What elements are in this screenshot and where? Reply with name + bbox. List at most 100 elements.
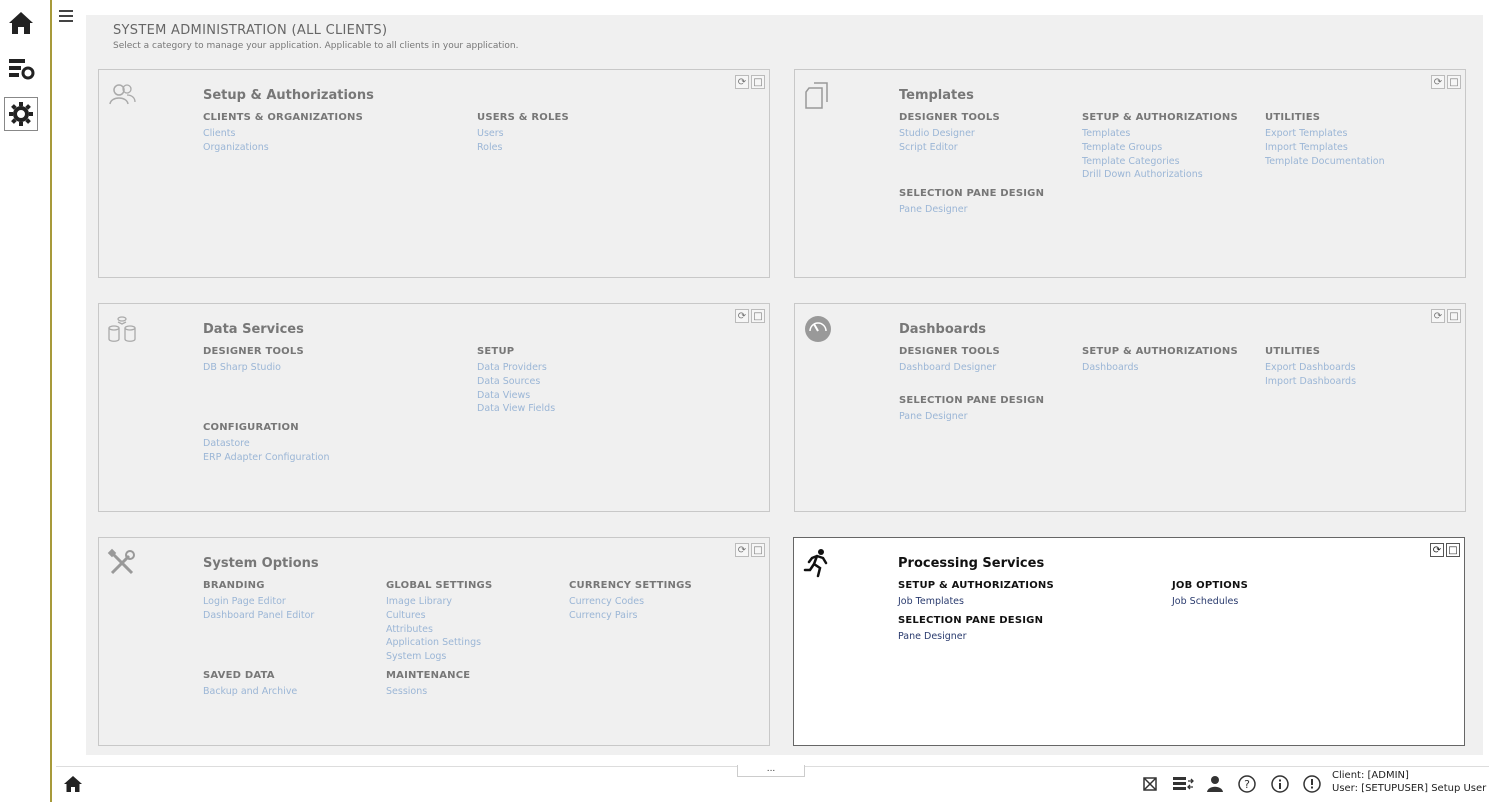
- link-currency-codes[interactable]: Currency Codes: [569, 595, 692, 609]
- card-system-options[interactable]: ⟳ □ System Options BRANDING Login Page Ed…: [98, 537, 770, 746]
- refresh-icon[interactable]: ⟳: [1430, 543, 1444, 557]
- maximize-icon[interactable]: □: [751, 75, 765, 89]
- link-sessions[interactable]: Sessions: [386, 685, 470, 699]
- link-dashboard-designer[interactable]: Dashboard Designer: [899, 361, 1000, 375]
- section-heading: MAINTENANCE: [386, 670, 471, 681]
- refresh-icon[interactable]: ⟳: [1431, 309, 1445, 323]
- section-heading: UTILITIES: [1265, 346, 1321, 357]
- menu-toggle-icon[interactable]: [59, 8, 73, 24]
- refresh-icon[interactable]: ⟳: [735, 309, 749, 323]
- home-icon[interactable]: [4, 6, 38, 40]
- section-heading: UTILITIES: [1265, 112, 1321, 123]
- link-data-views[interactable]: Data Views: [477, 389, 555, 403]
- section-utilities: UTILITIES Export Templates Import Templa…: [1265, 112, 1385, 168]
- section-designer-tools: DESIGNER TOOLS Dashboard Designer: [899, 346, 1000, 375]
- link-organizations[interactable]: Organizations: [203, 141, 363, 155]
- link-application-settings[interactable]: Application Settings: [386, 636, 492, 650]
- link-dashboard-panel-editor[interactable]: Dashboard Panel Editor: [203, 609, 314, 623]
- link-data-providers[interactable]: Data Providers: [477, 361, 555, 375]
- task-list-icon[interactable]: [1172, 775, 1194, 793]
- client-label: Client: [ADMIN]: [1332, 770, 1409, 781]
- section-heading: JOB OPTIONS: [1172, 580, 1248, 591]
- link-templates[interactable]: Templates: [1082, 127, 1238, 141]
- link-currency-pairs[interactable]: Currency Pairs: [569, 609, 692, 623]
- link-import-templates[interactable]: Import Templates: [1265, 141, 1385, 155]
- maximize-icon[interactable]: □: [1447, 309, 1461, 323]
- settings-gear-icon[interactable]: [4, 97, 38, 131]
- link-job-templates[interactable]: Job Templates: [898, 595, 1054, 609]
- link-clients[interactable]: Clients: [203, 127, 363, 141]
- card-title: Setup & Authorizations: [203, 88, 374, 103]
- section-designer-tools: DESIGNER TOOLS Studio Designer Script Ed…: [899, 112, 1000, 155]
- refresh-icon[interactable]: ⟳: [735, 75, 749, 89]
- card-title: Templates: [899, 88, 974, 103]
- link-export-templates[interactable]: Export Templates: [1265, 127, 1385, 141]
- section-saved-data: SAVED DATA Backup and Archive: [203, 670, 297, 699]
- section-heading: GLOBAL SETTINGS: [386, 580, 493, 591]
- link-pane-designer[interactable]: Pane Designer: [899, 410, 1044, 424]
- link-image-library[interactable]: Image Library: [386, 595, 492, 609]
- link-script-editor[interactable]: Script Editor: [899, 141, 1000, 155]
- link-datastore[interactable]: Datastore: [203, 437, 330, 451]
- card-processing-services[interactable]: ⟳ □ Processing Services SETUP & AUTHORIZA…: [793, 537, 1465, 746]
- link-template-groups[interactable]: Template Groups: [1082, 141, 1238, 155]
- link-pane-designer[interactable]: Pane Designer: [898, 630, 1043, 644]
- maximize-icon[interactable]: □: [1446, 543, 1460, 557]
- card-setup-authorizations[interactable]: ⟳ □ Setup & Authorizations CLIENTS & ORGA…: [98, 69, 770, 278]
- link-dashboards[interactable]: Dashboards: [1082, 361, 1238, 375]
- link-export-dashboards[interactable]: Export Dashboards: [1265, 361, 1356, 375]
- page-subtitle: Select a category to manage your applica…: [113, 41, 519, 51]
- link-template-categories[interactable]: Template Categories: [1082, 155, 1238, 169]
- expand-handle[interactable]: ...: [737, 765, 805, 777]
- section-heading: BRANDING: [203, 580, 265, 591]
- link-job-schedules[interactable]: Job Schedules: [1172, 595, 1248, 609]
- page-title: SYSTEM ADMINISTRATION (ALL CLIENTS): [113, 23, 388, 38]
- card-dashboards[interactable]: ⟳ □ Dashboards DESIGNER TOOLS Dashboard D…: [794, 303, 1466, 512]
- card-title: Dashboards: [899, 322, 987, 337]
- maximize-icon[interactable]: □: [751, 309, 765, 323]
- section-heading: DESIGNER TOOLS: [899, 112, 1000, 123]
- card-templates[interactable]: ⟳ □ Templates DESIGNER TOOLS Studio Desig…: [794, 69, 1466, 278]
- link-drill-down-authorizations[interactable]: Drill Down Authorizations: [1082, 168, 1238, 182]
- section-heading: CLIENTS & ORGANIZATIONS: [203, 112, 364, 123]
- link-import-dashboards[interactable]: Import Dashboards: [1265, 375, 1356, 389]
- maximize-icon[interactable]: □: [1447, 75, 1461, 89]
- refresh-icon[interactable]: ⟳: [735, 543, 749, 557]
- info-icon[interactable]: [1271, 775, 1289, 793]
- link-login-page-editor[interactable]: Login Page Editor: [203, 595, 314, 609]
- link-template-documentation[interactable]: Template Documentation: [1265, 155, 1385, 169]
- client-user-info: Client: [ADMIN] User: [SETUPUSER] Setup …: [1332, 769, 1486, 795]
- section-setup-authorizations: SETUP & AUTHORIZATIONS Templates Templat…: [1082, 112, 1238, 182]
- link-cultures[interactable]: Cultures: [386, 609, 492, 623]
- main-panel: SYSTEM ADMINISTRATION (ALL CLIENTS) Sele…: [86, 15, 1483, 755]
- help-icon[interactable]: ?: [1238, 775, 1256, 793]
- card-data-services[interactable]: ⟳ □ Data Services DESIGNER TOOLS DB Sharp…: [98, 303, 770, 512]
- link-erp-adapter-configuration[interactable]: ERP Adapter Configuration: [203, 451, 330, 465]
- section-selection-pane-design: SELECTION PANE DESIGN Pane Designer: [899, 395, 1044, 424]
- home-icon[interactable]: [62, 773, 84, 795]
- link-roles[interactable]: Roles: [477, 141, 569, 155]
- tools-icon: [107, 548, 137, 578]
- section-heading: CONFIGURATION: [203, 422, 299, 433]
- link-db-sharp-studio[interactable]: DB Sharp Studio: [203, 361, 304, 375]
- link-backup-and-archive[interactable]: Backup and Archive: [203, 685, 297, 699]
- card-title: Processing Services: [898, 556, 1045, 571]
- link-data-view-fields[interactable]: Data View Fields: [477, 402, 555, 416]
- link-data-sources[interactable]: Data Sources: [477, 375, 555, 389]
- link-attributes[interactable]: Attributes: [386, 623, 492, 637]
- user-icon[interactable]: [1206, 775, 1224, 793]
- alert-icon[interactable]: [1303, 775, 1321, 793]
- link-pane-designer[interactable]: Pane Designer: [899, 203, 1044, 217]
- section-job-options: JOB OPTIONS Job Schedules: [1172, 580, 1248, 609]
- section-configuration: CONFIGURATION Datastore ERP Adapter Conf…: [203, 422, 330, 465]
- gauge-icon: [803, 314, 833, 344]
- link-studio-designer[interactable]: Studio Designer: [899, 127, 1000, 141]
- link-users[interactable]: Users: [477, 127, 569, 141]
- link-system-logs[interactable]: System Logs: [386, 650, 492, 664]
- refresh-icon[interactable]: ⟳: [1431, 75, 1445, 89]
- section-heading: SELECTION PANE DESIGN: [899, 188, 1045, 199]
- close-task-icon[interactable]: [1141, 775, 1159, 793]
- list-settings-icon[interactable]: [4, 52, 38, 86]
- maximize-icon[interactable]: □: [751, 543, 765, 557]
- section-heading: SETUP & AUTHORIZATIONS: [1082, 346, 1238, 357]
